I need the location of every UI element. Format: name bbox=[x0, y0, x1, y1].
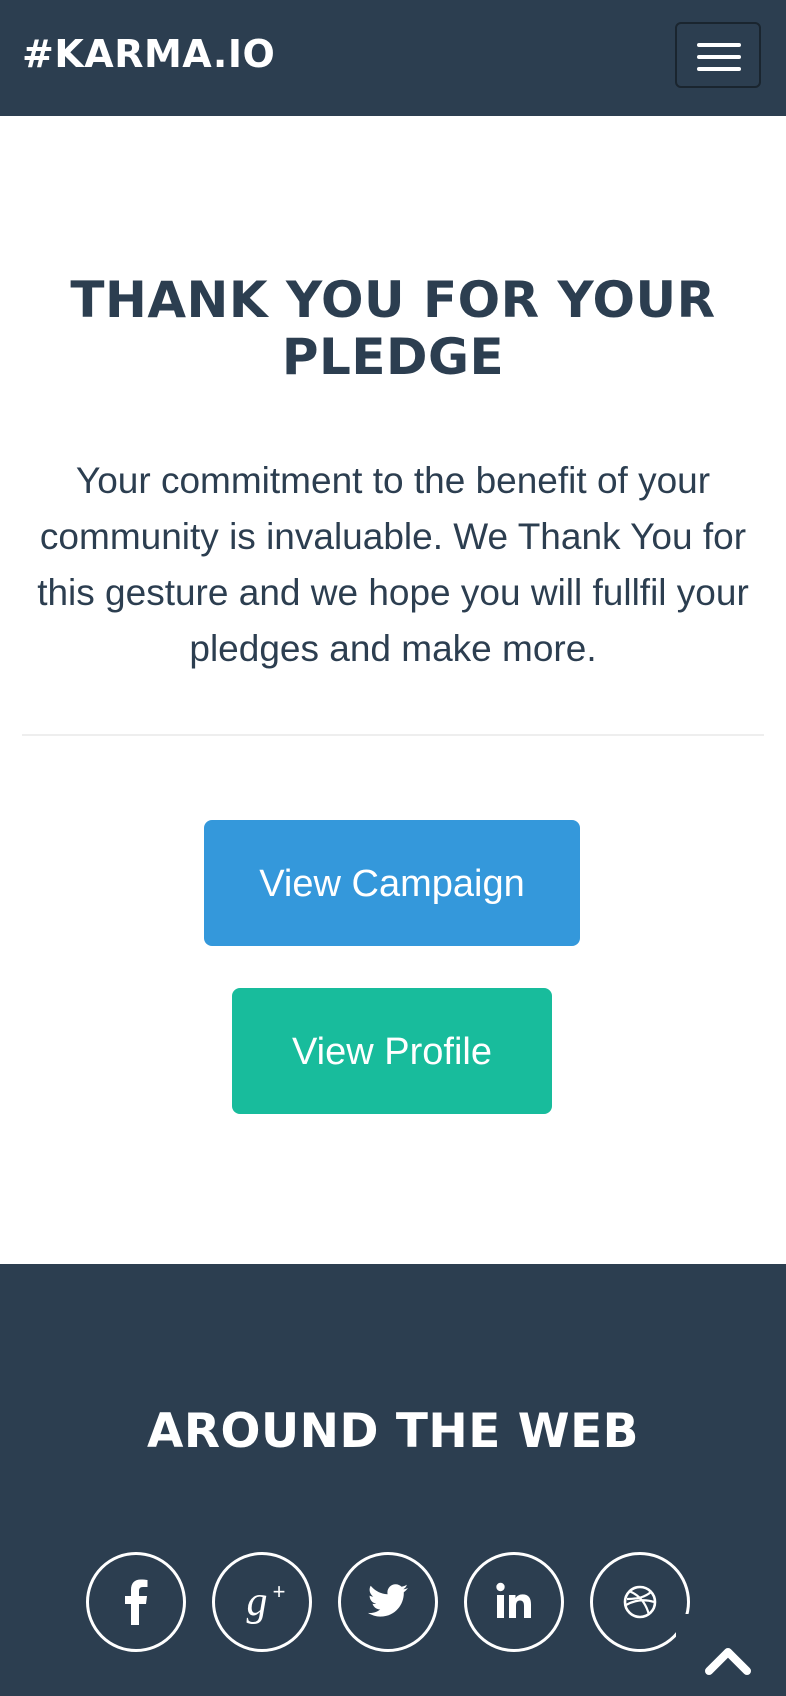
linkedin-icon bbox=[496, 1582, 531, 1618]
page-title: THANK YOU FOR YOUR PLEDGE bbox=[70, 271, 716, 386]
linkedin-link[interactable] bbox=[464, 1552, 564, 1652]
google-plus-link[interactable]: g + bbox=[212, 1552, 312, 1652]
thank-you-section: THANK YOU FOR YOUR PLEDGE Your commitmen… bbox=[0, 116, 786, 1264]
footer-title: AROUND THE WEB bbox=[146, 1404, 640, 1459]
dribbble-link[interactable] bbox=[590, 1552, 690, 1652]
top-navbar: #KARMA.IO bbox=[0, 0, 786, 116]
twitter-link[interactable] bbox=[338, 1552, 438, 1652]
twitter-icon bbox=[367, 1584, 408, 1617]
facebook-icon bbox=[125, 1579, 148, 1625]
svg-text:g: g bbox=[247, 1579, 268, 1625]
google-plus-icon: g + bbox=[247, 1579, 286, 1625]
menu-toggle-button[interactable] bbox=[675, 22, 761, 88]
scroll-to-top-button[interactable] bbox=[676, 1614, 776, 1696]
facebook-link[interactable] bbox=[86, 1552, 186, 1652]
chevron-up-icon bbox=[705, 1648, 751, 1675]
view-campaign-button[interactable]: View Campaign bbox=[204, 820, 580, 946]
thank-you-message: Your commitment to the benefit of your c… bbox=[37, 460, 749, 669]
footer-around-the-web: AROUND THE WEB g + bbox=[0, 1264, 786, 1696]
brand-logo-link[interactable]: #KARMA.IO bbox=[22, 28, 275, 80]
divider bbox=[22, 734, 764, 736]
view-profile-button[interactable]: View Profile bbox=[232, 988, 552, 1114]
svg-text:+: + bbox=[273, 1579, 286, 1604]
dribbble-icon bbox=[623, 1585, 657, 1619]
